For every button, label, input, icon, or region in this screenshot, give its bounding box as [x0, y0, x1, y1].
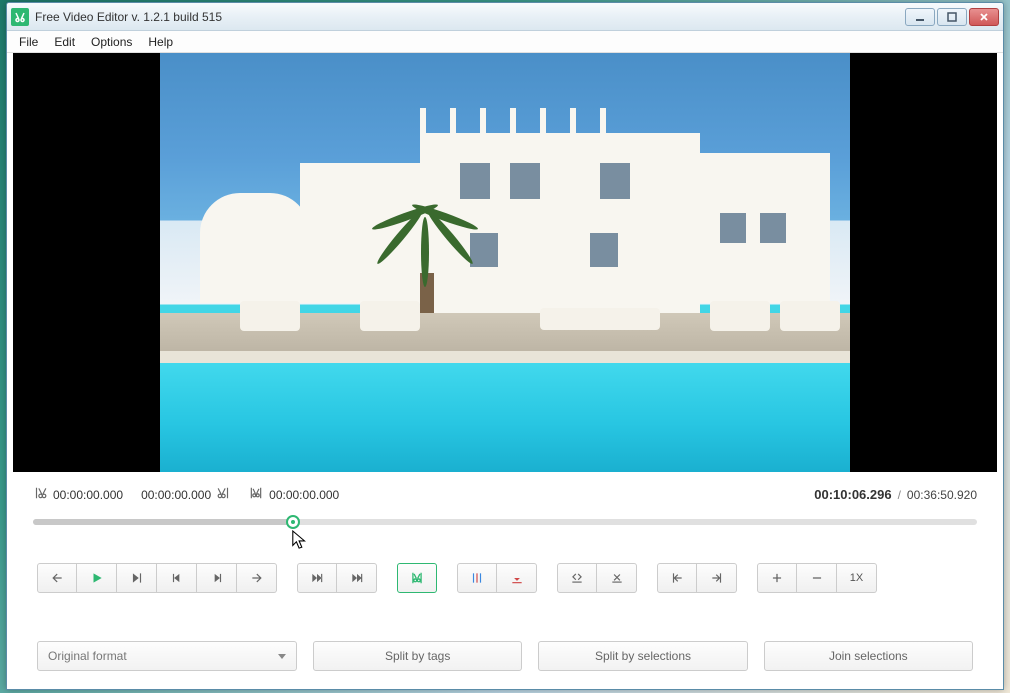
jump-sel-end-button[interactable] — [697, 563, 737, 593]
save-marker-button[interactable] — [497, 563, 537, 593]
cut-marker-group: 00:00:00.000 — [249, 486, 339, 503]
menubar: File Edit Options Help — [7, 31, 1003, 53]
menu-edit[interactable]: Edit — [46, 33, 83, 51]
marker-group — [457, 563, 537, 593]
step-back-button[interactable] — [37, 563, 77, 593]
jump-sel-start-button[interactable] — [657, 563, 697, 593]
trim-insert-button[interactable] — [557, 563, 597, 593]
zoom-level-label: 1X — [850, 572, 863, 584]
minimize-button[interactable] — [905, 8, 935, 26]
step-forward-button[interactable] — [237, 563, 277, 593]
maximize-button[interactable] — [937, 8, 967, 26]
window-controls — [905, 8, 999, 26]
cut-button[interactable] — [397, 563, 437, 593]
app-window: Free Video Editor v. 1.2.1 build 515 Fil… — [6, 2, 1004, 690]
close-button[interactable] — [969, 8, 999, 26]
trim-delete-button[interactable] — [597, 563, 637, 593]
split-by-selections-button[interactable]: Split by selections — [538, 641, 747, 671]
prev-frame-button[interactable] — [157, 563, 197, 593]
cut-marker-icon — [249, 486, 263, 503]
jump-group — [657, 563, 737, 593]
menu-options[interactable]: Options — [83, 33, 140, 51]
time-row: 00:00:00.000 00:00:00.000 00:00:00.000 0… — [33, 486, 977, 503]
goto-start-button[interactable] — [297, 563, 337, 593]
timeline-fill — [33, 519, 293, 525]
play-to-end-button[interactable] — [117, 563, 157, 593]
menu-file[interactable]: File — [11, 33, 46, 51]
total-time: 00:36:50.920 — [907, 488, 977, 502]
cut-group — [397, 563, 437, 593]
timeline-thumb[interactable] — [286, 515, 300, 529]
mouse-cursor-icon — [291, 529, 309, 556]
zoom-out-button[interactable] — [797, 563, 837, 593]
zoom-reset-button[interactable]: 1X — [837, 563, 877, 593]
playhead-time-group: 00:10:06.296 / 00:36:50.920 — [814, 487, 977, 502]
titlebar[interactable]: Free Video Editor v. 1.2.1 build 515 — [7, 3, 1003, 31]
current-time: 00:10:06.296 — [814, 487, 891, 502]
split-by-tags-button[interactable]: Split by tags — [313, 641, 522, 671]
next-frame-button[interactable] — [197, 563, 237, 593]
window-title: Free Video Editor v. 1.2.1 build 515 — [35, 10, 905, 24]
selection-start-time: 00:00:00.000 — [53, 488, 123, 502]
goto-end-button[interactable] — [337, 563, 377, 593]
selection-start-group: 00:00:00.000 — [33, 486, 123, 503]
trim-group — [557, 563, 637, 593]
selection-start-bracket-icon — [33, 486, 47, 503]
timeline-slider[interactable] — [33, 519, 977, 525]
set-markers-button[interactable] — [457, 563, 497, 593]
output-format-label: Original format — [48, 649, 127, 663]
selection-end-bracket-icon — [217, 486, 231, 503]
menu-help[interactable]: Help — [140, 33, 181, 51]
selection-end-group: 00:00:00.000 — [141, 486, 231, 503]
controls-panel: 00:00:00.000 00:00:00.000 00:00:00.000 0… — [7, 472, 1003, 689]
playback-group — [37, 563, 277, 593]
zoom-group: 1X — [757, 563, 877, 593]
play-button[interactable] — [77, 563, 117, 593]
cut-marker-time: 00:00:00.000 — [269, 488, 339, 502]
skip-group — [297, 563, 377, 593]
video-frame[interactable] — [160, 53, 850, 472]
transport-row: 1X — [33, 563, 977, 593]
zoom-in-button[interactable] — [757, 563, 797, 593]
join-selections-button[interactable]: Join selections — [764, 641, 973, 671]
app-icon — [11, 8, 29, 26]
video-preview-area — [13, 53, 997, 472]
selection-end-time: 00:00:00.000 — [141, 488, 211, 502]
output-format-select[interactable]: Original format — [37, 641, 297, 671]
bottom-row: Original format Split by tags Split by s… — [33, 641, 977, 671]
time-separator: / — [898, 488, 901, 502]
